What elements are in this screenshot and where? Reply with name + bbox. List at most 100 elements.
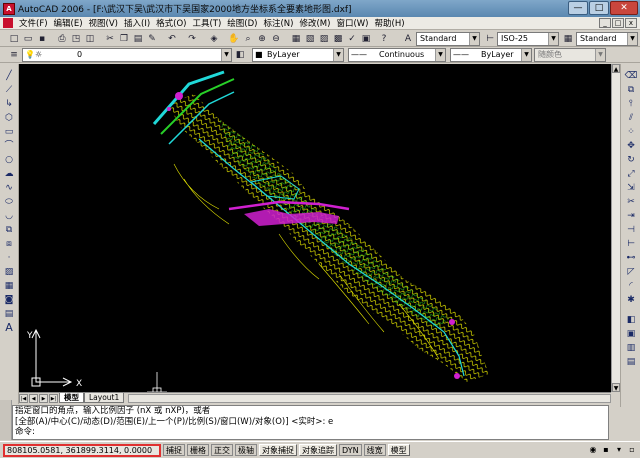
menu-view[interactable]: 视图(V) <box>86 17 121 29</box>
tool-palettes-icon[interactable]: ▨ <box>318 33 330 45</box>
layer-previous-icon[interactable]: ▤ <box>624 356 638 368</box>
minimize-button[interactable]: — <box>568 1 588 15</box>
coordinate-readout[interactable]: 808105.0581, 361899.3114, 0.0000 <box>3 443 161 457</box>
offset-icon[interactable]: ⫽ <box>624 112 638 124</box>
join-icon[interactable]: ⊷ <box>624 252 638 264</box>
break-at-point-icon[interactable]: ⊣ <box>624 224 638 236</box>
menu-format[interactable]: 格式(O) <box>153 17 189 29</box>
help-icon[interactable]: ? <box>378 33 390 45</box>
erase-icon[interactable]: ⌫ <box>624 70 638 82</box>
command-prompt[interactable]: 命令: <box>15 427 608 438</box>
explode-icon[interactable]: ✱ <box>624 294 638 306</box>
plot-preview-icon[interactable]: ◳ <box>70 33 82 45</box>
linetype-select[interactable]: —— Continuous ▼ <box>348 48 446 62</box>
mirror-icon[interactable]: ⫯ <box>624 98 638 110</box>
ellipse-icon[interactable]: ⬭ <box>2 196 16 208</box>
publish-web-icon[interactable]: ◈ <box>208 33 220 45</box>
lineweight-select[interactable]: —— ByLayer ▼ <box>450 48 532 62</box>
calculator-icon[interactable]: ▣ <box>360 33 372 45</box>
match-properties-icon[interactable]: ✎ <box>146 33 158 45</box>
insert-block-icon[interactable]: ⧉ <box>2 224 16 236</box>
close-button[interactable]: ✕ <box>610 1 638 15</box>
tab-last-icon[interactable]: ▶| <box>49 393 58 403</box>
table-style-select[interactable]: Standard ▼ <box>576 32 638 46</box>
menu-draw[interactable]: 绘图(D) <box>224 17 260 29</box>
polyline-icon[interactable]: ↳ <box>2 98 16 110</box>
inquiry-icon[interactable]: ▣ <box>624 328 638 340</box>
maximize-button[interactable]: □ <box>589 1 609 15</box>
tab-model[interactable]: 模型 <box>59 393 84 403</box>
lock-icon[interactable]: ▪ <box>601 445 611 455</box>
table-icon[interactable]: ▤ <box>2 308 16 320</box>
scale-icon[interactable]: ⤢ <box>624 168 638 180</box>
arc-icon[interactable]: ⌒ <box>2 140 16 152</box>
point-icon[interactable]: · <box>2 252 16 264</box>
drawing-canvas[interactable]: Y X <box>19 64 611 392</box>
grid-toggle[interactable]: 栅格 <box>187 444 209 456</box>
spline-icon[interactable]: ∿ <box>2 182 16 194</box>
status-menu-chevron-icon[interactable]: ▾ <box>614 445 624 455</box>
menu-tools[interactable]: 工具(T) <box>189 17 224 29</box>
pan-icon[interactable]: ✋ <box>228 33 240 45</box>
snap-toggle[interactable]: 捕捉 <box>163 444 185 456</box>
undo-icon[interactable]: ↶ <box>166 33 178 45</box>
layer-select[interactable]: 💡☼ 0 ▼ <box>22 48 232 62</box>
print-icon[interactable]: ⎙ <box>56 33 68 45</box>
osnap-toggle[interactable]: 对象捕捉 <box>259 444 297 456</box>
tab-first-icon[interactable]: |◀ <box>19 393 28 403</box>
stretch-icon[interactable]: ⇲ <box>624 182 638 194</box>
make-block-icon[interactable]: ⧈ <box>2 238 16 250</box>
fillet-icon[interactable]: ◜ <box>624 280 638 292</box>
draworder-icon[interactable]: ◧ <box>624 314 638 326</box>
polar-toggle[interactable]: 极轴 <box>235 444 257 456</box>
chamfer-icon[interactable]: ◸ <box>624 266 638 278</box>
rectangle-icon[interactable]: ▭ <box>2 126 16 138</box>
move-icon[interactable]: ✥ <box>624 140 638 152</box>
circle-icon[interactable]: ○ <box>2 154 16 166</box>
gradient-icon[interactable]: ▦ <box>2 280 16 292</box>
dyn-toggle[interactable]: DYN <box>339 444 362 456</box>
make-current-icon[interactable]: ◧ <box>234 49 246 61</box>
command-window[interactable]: 指定窗口的角点，输入比例因子 (nX 或 nXP)，或者 [全部(A)/中心(C… <box>12 405 609 440</box>
communication-center-icon[interactable]: ◉ <box>588 445 598 455</box>
menu-edit[interactable]: 编辑(E) <box>51 17 86 29</box>
construction-line-icon[interactable]: ⟋ <box>2 84 16 96</box>
menu-help[interactable]: 帮助(H) <box>372 17 408 29</box>
scroll-down-icon[interactable]: ▼ <box>612 383 620 392</box>
sheet-set-icon[interactable]: ▩ <box>332 33 344 45</box>
menu-insert[interactable]: 插入(I) <box>121 17 153 29</box>
markup-icon[interactable]: ✓ <box>346 33 358 45</box>
publish-icon[interactable]: ◫ <box>84 33 96 45</box>
document-icon[interactable] <box>3 18 13 28</box>
new-file-icon[interactable]: □ <box>8 33 20 45</box>
hatch-icon[interactable]: ▨ <box>2 266 16 278</box>
design-center-icon[interactable]: ▧ <box>304 33 316 45</box>
horizontal-scrollbar[interactable] <box>128 393 611 403</box>
ellipse-arc-icon[interactable]: ◡ <box>2 210 16 222</box>
otrack-toggle[interactable]: 对象追踪 <box>299 444 337 456</box>
text-style-select[interactable]: Standard ▼ <box>416 32 480 46</box>
scroll-up-icon[interactable]: ▲ <box>612 64 620 73</box>
save-icon[interactable]: ▪ <box>36 33 48 45</box>
doc-minimize-button[interactable]: _ <box>599 18 611 28</box>
polygon-icon[interactable]: ⬡ <box>2 112 16 124</box>
menu-dimension[interactable]: 标注(N) <box>260 17 296 29</box>
color-select[interactable]: ■ ByLayer ▼ <box>252 48 344 62</box>
revision-cloud-icon[interactable]: ☁ <box>2 168 16 180</box>
properties-icon[interactable]: ▦ <box>290 33 302 45</box>
tab-next-icon[interactable]: ▶ <box>39 393 48 403</box>
copy-object-icon[interactable]: ⧉ <box>624 84 638 96</box>
multiline-text-icon[interactable]: A <box>2 322 16 334</box>
menu-modify[interactable]: 修改(M) <box>296 17 333 29</box>
open-file-icon[interactable]: ▭ <box>22 33 34 45</box>
command-window-handle[interactable] <box>0 400 12 440</box>
line-icon[interactable]: ╱ <box>2 70 16 82</box>
layer-manager-icon[interactable]: ≡ <box>8 49 20 61</box>
break-icon[interactable]: ⊢ <box>624 238 638 250</box>
group-icon[interactable]: ▥ <box>624 342 638 354</box>
model-toggle[interactable]: 模型 <box>387 444 410 456</box>
doc-close-button[interactable]: x <box>625 18 637 28</box>
tab-layout1[interactable]: Layout1 <box>84 393 125 403</box>
doc-restore-button[interactable]: □ <box>612 18 624 28</box>
tab-prev-icon[interactable]: ◀ <box>29 393 38 403</box>
